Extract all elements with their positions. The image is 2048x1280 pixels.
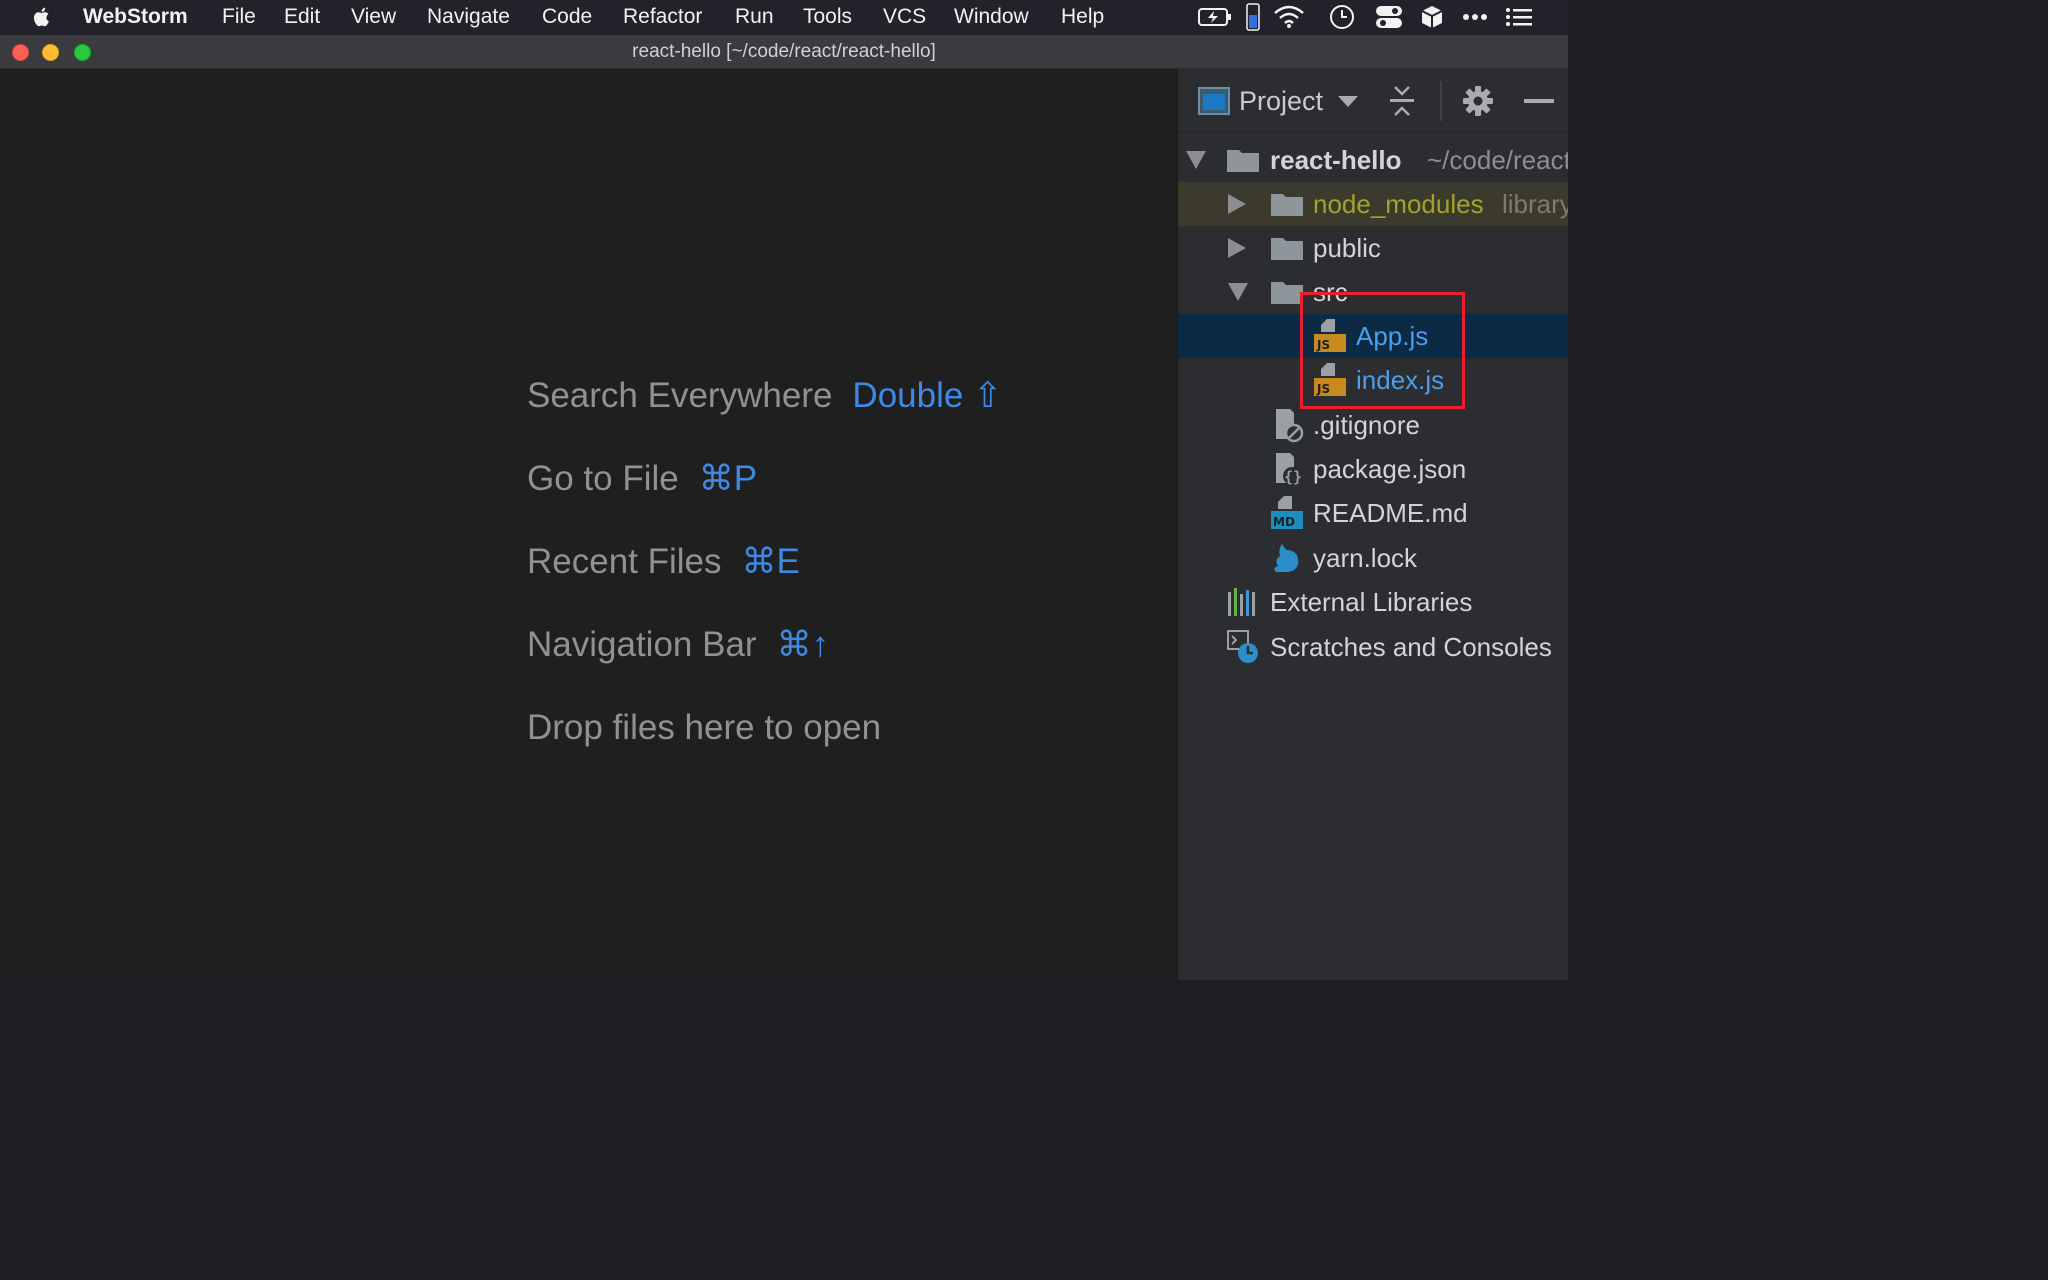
- package-icon[interactable]: [1419, 4, 1445, 30]
- input-level-icon[interactable]: [1245, 3, 1261, 31]
- menu-edit[interactable]: Edit: [284, 5, 320, 29]
- menu-tools[interactable]: Tools: [803, 5, 852, 29]
- folder-icon: [1271, 282, 1303, 304]
- scratches-label: Scratches and Consoles: [1270, 632, 1552, 662]
- hint-shortcut: ⌘↑: [776, 625, 830, 664]
- project-view-selector[interactable]: Project: [1239, 86, 1323, 117]
- wifi-icon[interactable]: [1272, 4, 1306, 30]
- hint-label: Go to File: [527, 459, 679, 498]
- tree-node-node-modules[interactable]: node_modules library: [1178, 182, 1568, 226]
- external-libraries-icon: [1228, 588, 1255, 616]
- node-modules-hint: library: [1502, 189, 1568, 219]
- hint-drop-files: Drop files here to open: [527, 708, 881, 748]
- hint-label: Drop files here to open: [527, 708, 882, 747]
- tree-node-scratches[interactable]: Scratches and Consoles: [1178, 625, 1568, 669]
- tree-node-yarn-lock[interactable]: yarn.lock: [1178, 536, 1568, 580]
- svg-text:{}: {}: [1284, 468, 1302, 486]
- menu-refactor[interactable]: Refactor: [623, 5, 702, 29]
- tree-node-package-json[interactable]: {} package.json: [1178, 447, 1568, 491]
- menu-file[interactable]: File: [222, 5, 256, 29]
- minimize-panel-icon[interactable]: [1524, 99, 1554, 103]
- tree-node-gitignore[interactable]: .gitignore: [1178, 403, 1568, 447]
- macos-menu-bar: WebStorm File Edit View Navigate Code Re…: [0, 0, 1568, 35]
- editor-area[interactable]: Search Everywhere Double ⇧ Go to File ⌘P R…: [0, 69, 1177, 980]
- public-folder-label: public: [1313, 233, 1381, 263]
- control-center-icon[interactable]: [1374, 4, 1404, 30]
- root-folder-label: react-hello: [1270, 145, 1402, 175]
- hint-search-everywhere: Search Everywhere Double ⇧: [527, 376, 1002, 416]
- window-title: react-hello [~/code/react/react-hello]: [632, 41, 936, 62]
- window-title-bar: react-hello [~/code/react/react-hello]: [0, 35, 1568, 69]
- yarn-cat-icon: [1274, 544, 1299, 572]
- apple-icon[interactable]: [30, 5, 54, 29]
- hint-navigation-bar: Navigation Bar ⌘↑: [527, 625, 829, 665]
- root-folder-path: ~/code/react: [1427, 145, 1568, 175]
- hint-recent-files: Recent Files ⌘E: [527, 542, 800, 582]
- tree-node-public[interactable]: public: [1178, 226, 1568, 270]
- gitignore-label: .gitignore: [1313, 410, 1420, 440]
- battery-icon[interactable]: [1197, 4, 1233, 30]
- hint-shortcut: Double ⇧: [852, 376, 1003, 415]
- expanded-arrow-icon[interactable]: [1186, 151, 1206, 169]
- dropdown-arrow-icon[interactable]: [1338, 96, 1358, 107]
- hint-label: Navigation Bar: [527, 625, 757, 664]
- collapsed-arrow-icon[interactable]: [1228, 238, 1246, 258]
- svg-text:MD: MD: [1273, 515, 1295, 529]
- scratches-icon: [1227, 630, 1258, 663]
- menu-run[interactable]: Run: [735, 5, 774, 29]
- node-modules-label: node_modules: [1313, 189, 1484, 219]
- folder-icon: [1227, 150, 1259, 172]
- tree-node-root[interactable]: react-hello ~/code/react: [1178, 138, 1568, 182]
- collapse-all-icon[interactable]: [1387, 85, 1417, 117]
- menu-view[interactable]: View: [351, 5, 396, 29]
- ignore-file-icon: [1276, 409, 1304, 443]
- tree-node-external-libraries[interactable]: External Libraries: [1178, 580, 1568, 624]
- project-panel: Project react-hello ~/code/react node_mo…: [1177, 69, 1568, 980]
- menu-navigate[interactable]: Navigate: [427, 5, 510, 29]
- menu-help[interactable]: Help: [1061, 5, 1104, 29]
- expanded-arrow-icon[interactable]: [1228, 283, 1248, 301]
- tree-node-readme[interactable]: MD README.md: [1178, 491, 1568, 535]
- collapsed-arrow-icon[interactable]: [1228, 194, 1246, 214]
- more-icon[interactable]: [1461, 4, 1489, 30]
- package-json-label: package.json: [1313, 454, 1467, 484]
- menu-vcs[interactable]: VCS: [883, 5, 926, 29]
- header-divider: [1440, 81, 1442, 121]
- hint-label: Recent Files: [527, 542, 722, 581]
- hint-shortcut: ⌘P: [698, 459, 758, 498]
- menu-window[interactable]: Window: [954, 5, 1029, 29]
- yarn-lock-label: yarn.lock: [1313, 543, 1418, 573]
- notification-center-icon[interactable]: [1504, 4, 1534, 30]
- folder-icon: [1271, 194, 1303, 216]
- project-view-icon: [1198, 87, 1230, 115]
- menu-app-name[interactable]: WebStorm: [83, 5, 188, 29]
- project-panel-header: Project: [1178, 69, 1568, 133]
- hint-label: Search Everywhere: [527, 376, 833, 415]
- folder-icon: [1271, 238, 1303, 260]
- clock-icon[interactable]: [1327, 4, 1357, 30]
- highlight-box: [1300, 292, 1465, 409]
- external-libraries-label: External Libraries: [1270, 587, 1473, 617]
- markdown-file-icon: MD: [1271, 496, 1303, 529]
- hint-shortcut: ⌘E: [741, 542, 800, 581]
- readme-label: README.md: [1313, 498, 1468, 528]
- settings-gear-icon[interactable]: [1462, 85, 1494, 117]
- menu-code[interactable]: Code: [542, 5, 592, 29]
- json-file-icon: {}: [1276, 453, 1302, 486]
- hint-go-to-file: Go to File ⌘P: [527, 459, 757, 499]
